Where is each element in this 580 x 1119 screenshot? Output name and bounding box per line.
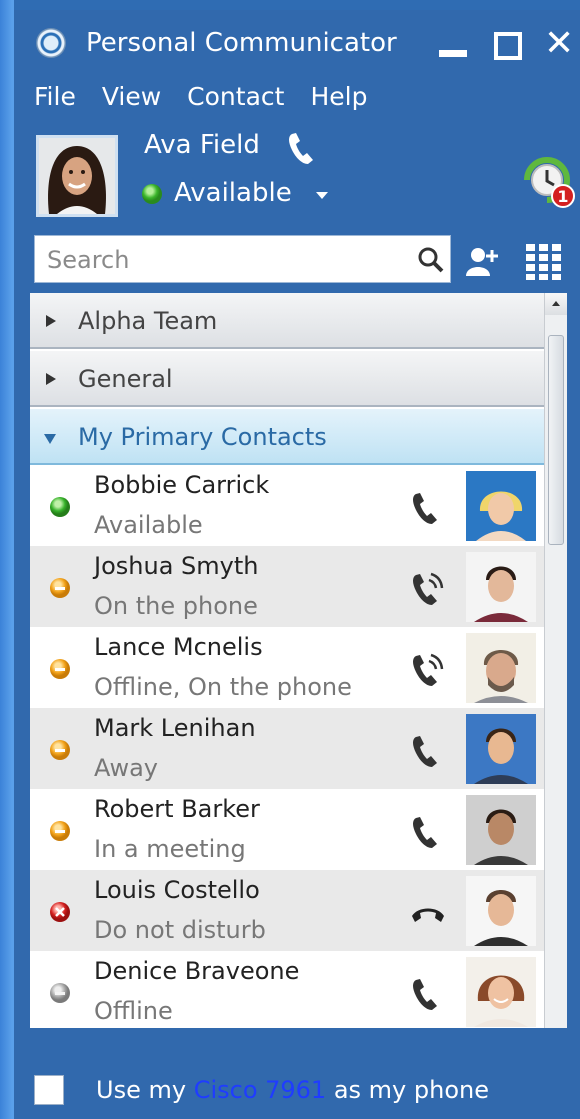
collapse-arrow-icon[interactable]	[44, 434, 56, 444]
group-name: Alpha Team	[78, 307, 218, 335]
title-bar[interactable]: Personal Communicator ✕	[14, 10, 580, 80]
contact-name: Mark Lenihan	[94, 714, 256, 742]
scroll-thumb[interactable]	[548, 335, 564, 545]
user-avatar[interactable]	[36, 135, 118, 217]
menu-bar: File View Contact Help	[34, 82, 393, 118]
contact-photo	[466, 876, 536, 946]
reminder-clock-icon[interactable]: 1	[519, 150, 575, 210]
presence-busy-icon	[50, 659, 70, 679]
chevron-down-icon[interactable]	[316, 192, 328, 199]
group-name: General	[78, 365, 173, 393]
contact-status: Available	[94, 511, 203, 539]
phone-icon[interactable]	[410, 491, 440, 527]
presence-busy-icon	[50, 821, 70, 841]
contact-name: Bobbie Carrick	[94, 471, 270, 499]
contact-photo	[466, 552, 536, 622]
expand-arrow-icon[interactable]	[46, 315, 56, 327]
search-icon[interactable]	[417, 246, 445, 274]
contact-photo	[466, 795, 536, 865]
contact-name: Robert Barker	[94, 795, 260, 823]
contact-status: Offline, On the phone	[94, 673, 352, 701]
reminder-count: 1	[557, 187, 568, 206]
phone-icon[interactable]	[286, 132, 316, 166]
contact-list: Alpha Team General My Primary Contacts B…	[30, 293, 544, 1028]
contact-photo	[466, 633, 536, 703]
contact-row[interactable]: Mark Lenihan Away	[30, 708, 544, 789]
contact-row[interactable]: Bobbie Carrick Available	[30, 465, 544, 546]
expand-arrow-icon[interactable]	[46, 373, 56, 385]
contact-status: Away	[94, 754, 158, 782]
group-name: My Primary Contacts	[78, 423, 327, 451]
device-link[interactable]: Cisco 7961	[194, 1076, 327, 1104]
contact-row[interactable]: Lance Mcnelis Offline, On the phone	[30, 627, 544, 708]
contact-row[interactable]: Joshua Smyth On the phone	[30, 546, 544, 627]
communicator-window: Personal Communicator ✕ File View Contac…	[14, 10, 580, 1119]
user-avatar-photo	[39, 138, 115, 214]
add-contact-icon[interactable]	[466, 246, 502, 276]
presence-available-icon	[50, 497, 70, 517]
contact-name: Denice Braveone	[94, 957, 300, 985]
menu-contact[interactable]: Contact	[187, 82, 284, 118]
phone-ringing-icon[interactable]	[410, 572, 444, 608]
contact-photo	[466, 471, 536, 541]
menu-file[interactable]: File	[34, 82, 76, 118]
contact-name: Lance Mcnelis	[94, 633, 263, 661]
phone-ringing-icon[interactable]	[410, 653, 444, 689]
presence-offline-icon	[50, 983, 70, 1003]
group-alpha-team[interactable]: Alpha Team	[30, 293, 544, 349]
presence-busy-icon	[50, 578, 70, 598]
phone-icon[interactable]	[410, 977, 440, 1013]
dnd-x-icon	[55, 907, 65, 917]
maximize-icon[interactable]	[494, 32, 522, 60]
use-device-label: Use my Cisco 7961 as my phone	[96, 1076, 489, 1104]
use-device-prefix: Use my	[96, 1076, 194, 1104]
menu-help[interactable]: Help	[310, 82, 367, 118]
phone-hangup-icon[interactable]	[410, 896, 446, 932]
app-title: Personal Communicator	[86, 28, 397, 58]
contact-photo	[466, 714, 536, 784]
presence-available-icon	[142, 184, 162, 204]
contact-status: On the phone	[94, 592, 258, 620]
scroll-up-arrow-icon[interactable]	[545, 293, 567, 315]
contact-status: Do not disturb	[94, 916, 266, 944]
contact-status: In a meeting	[94, 835, 246, 863]
phone-icon[interactable]	[410, 734, 440, 770]
close-icon[interactable]: ✕	[544, 24, 574, 64]
contact-list-scrollbar[interactable]	[544, 293, 567, 1028]
user-status[interactable]: Available	[174, 178, 292, 208]
contact-row[interactable]: Louis Costello Do not disturb	[30, 870, 544, 951]
user-name[interactable]: Ava Field	[144, 130, 260, 160]
use-device-suffix: as my phone	[326, 1076, 489, 1104]
contact-status: Offline	[94, 997, 173, 1025]
contact-photo	[466, 957, 536, 1027]
app-logo-icon	[36, 28, 66, 58]
footer: Use my Cisco 7961 as my phone	[14, 1028, 580, 1119]
menu-view[interactable]: View	[102, 82, 161, 118]
use-device-checkbox[interactable]	[34, 1075, 64, 1105]
contact-name: Louis Costello	[94, 876, 260, 904]
search-input[interactable]	[45, 242, 409, 278]
search-box[interactable]	[34, 235, 451, 283]
contact-row[interactable]: Denice Braveone Offline	[30, 951, 544, 1028]
group-my-primary-contacts[interactable]: My Primary Contacts	[30, 409, 544, 465]
presence-away-icon	[50, 740, 70, 760]
phone-icon[interactable]	[410, 815, 440, 851]
dialpad-icon[interactable]	[524, 242, 564, 282]
group-general[interactable]: General	[30, 351, 544, 407]
minimize-icon[interactable]	[439, 50, 467, 57]
presence-dnd-icon	[50, 902, 70, 922]
contact-row[interactable]: Robert Barker In a meeting	[30, 789, 544, 870]
contact-name: Joshua Smyth	[94, 552, 259, 580]
